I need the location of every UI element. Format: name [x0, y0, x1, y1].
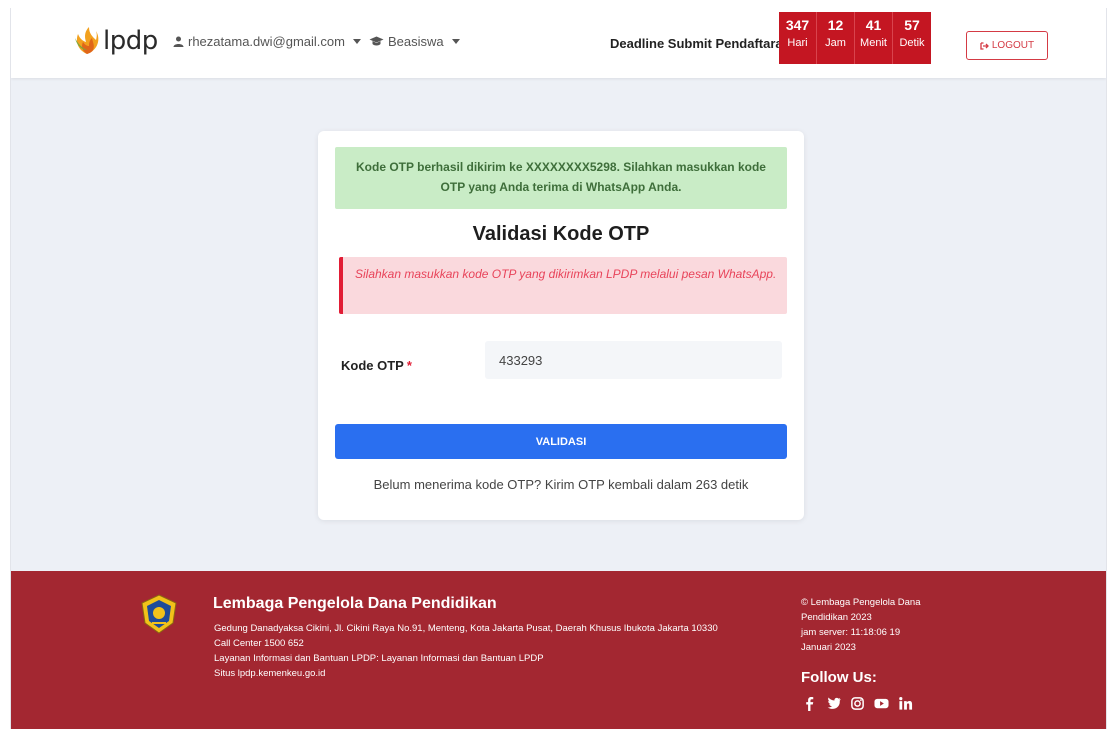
graduation-cap-icon [369, 36, 384, 46]
youtube-icon[interactable] [873, 695, 889, 711]
beasiswa-label: Beasiswa [388, 34, 444, 49]
countdown-seconds: 57 Detik [893, 12, 931, 64]
countdown-minutes: 41 Menit [855, 12, 893, 64]
twitter-icon[interactable] [825, 695, 841, 711]
social-links [801, 695, 913, 711]
resend-otp-countdown: Belum menerima kode OTP? Kirim OTP kemba… [373, 477, 749, 492]
otp-code-input[interactable] [485, 341, 782, 379]
countdown-value: 12 [827, 17, 844, 33]
beasiswa-menu-dropdown[interactable]: Beasiswa [369, 34, 460, 49]
deadline-countdown: 347 Hari 12 Jam 41 Menit 57 Detik [779, 12, 931, 64]
lpdp-flame-icon [75, 27, 99, 54]
lpdp-logo[interactable]: lpdp [73, 26, 158, 56]
countdown-unit: Detik [899, 37, 925, 49]
facebook-icon[interactable] [801, 695, 817, 711]
footer-info-link[interactable]: Layanan Informasi dan Bantuan LPDP: Laya… [214, 651, 718, 666]
kemenkeu-emblem-icon [141, 594, 177, 634]
required-mark: * [406, 358, 412, 373]
deadline-label: Deadline Submit Pendaftaran: [610, 36, 795, 51]
logo-text: lpdp [103, 26, 158, 56]
otp-validation-card: Kode OTP berhasil dikirim ke XXXXXXXX529… [318, 131, 804, 520]
footer-call-center: Call Center 1500 652 [214, 638, 304, 649]
countdown-value: 57 [904, 17, 920, 33]
otp-instruction-alert: Silahkan masukkan kode OTP yang dikirimk… [339, 257, 787, 314]
countdown-unit: Hari [787, 37, 808, 49]
instagram-icon[interactable] [849, 695, 865, 711]
footer-contact-info: Gedung Danadyaksa Cikini, Jl. Cikini Ray… [214, 621, 718, 681]
user-icon [173, 36, 184, 47]
footer-site-link[interactable]: Situs lpdp.kemenkeu.go.id [214, 666, 718, 681]
countdown-unit: Menit [860, 37, 887, 49]
logout-label: LOGOUT [991, 40, 1035, 51]
chevron-down-icon [352, 39, 361, 44]
countdown-hours: 12 Jam [817, 12, 855, 64]
server-time-line-1: jam server: 11:18:06 19 [801, 627, 901, 638]
chevron-down-icon [451, 39, 460, 44]
page-frame: lpdp rhezatama.dwi@gmail.com Beasiswa De… [10, 8, 1107, 729]
countdown-value: 41 [865, 17, 882, 33]
linkedin-icon[interactable] [897, 695, 913, 711]
countdown-unit: Jam [825, 37, 846, 49]
otp-label-text: Kode OTP [341, 358, 404, 373]
footer: Lembaga Pengelola Dana Pendidikan Gedung… [11, 571, 1106, 729]
footer-meta: © Lembaga Pengelola Dana Pendidikan 2023… [801, 595, 951, 655]
follow-us-label: Follow Us: [801, 669, 877, 686]
validate-button[interactable]: VALIDASI [335, 424, 787, 459]
page-title: Validasi Kode OTP [472, 223, 650, 245]
countdown-days: 347 Hari [779, 12, 817, 64]
copyright-line-2: Pendidikan 2023 [801, 612, 872, 623]
footer-org-name: Lembaga Pengelola Dana Pendidikan [213, 595, 497, 612]
copyright-line-1: © Lembaga Pengelola Dana [801, 597, 921, 608]
otp-field-label: Kode OTP * [341, 358, 412, 373]
footer-address: Gedung Danadyaksa Cikini, Jl. Cikini Ray… [214, 623, 718, 634]
top-navbar: lpdp rhezatama.dwi@gmail.com Beasiswa De… [11, 8, 1106, 78]
otp-sent-success-alert: Kode OTP berhasil dikirim ke XXXXXXXX529… [335, 147, 787, 209]
logout-button[interactable]: LOGOUT [966, 31, 1048, 60]
countdown-value: 347 [785, 17, 810, 33]
sign-out-icon [980, 41, 989, 50]
user-menu-dropdown[interactable]: rhezatama.dwi@gmail.com [173, 34, 361, 49]
server-time-line-2: Januari 2023 [801, 642, 856, 653]
user-email: rhezatama.dwi@gmail.com [188, 34, 345, 49]
